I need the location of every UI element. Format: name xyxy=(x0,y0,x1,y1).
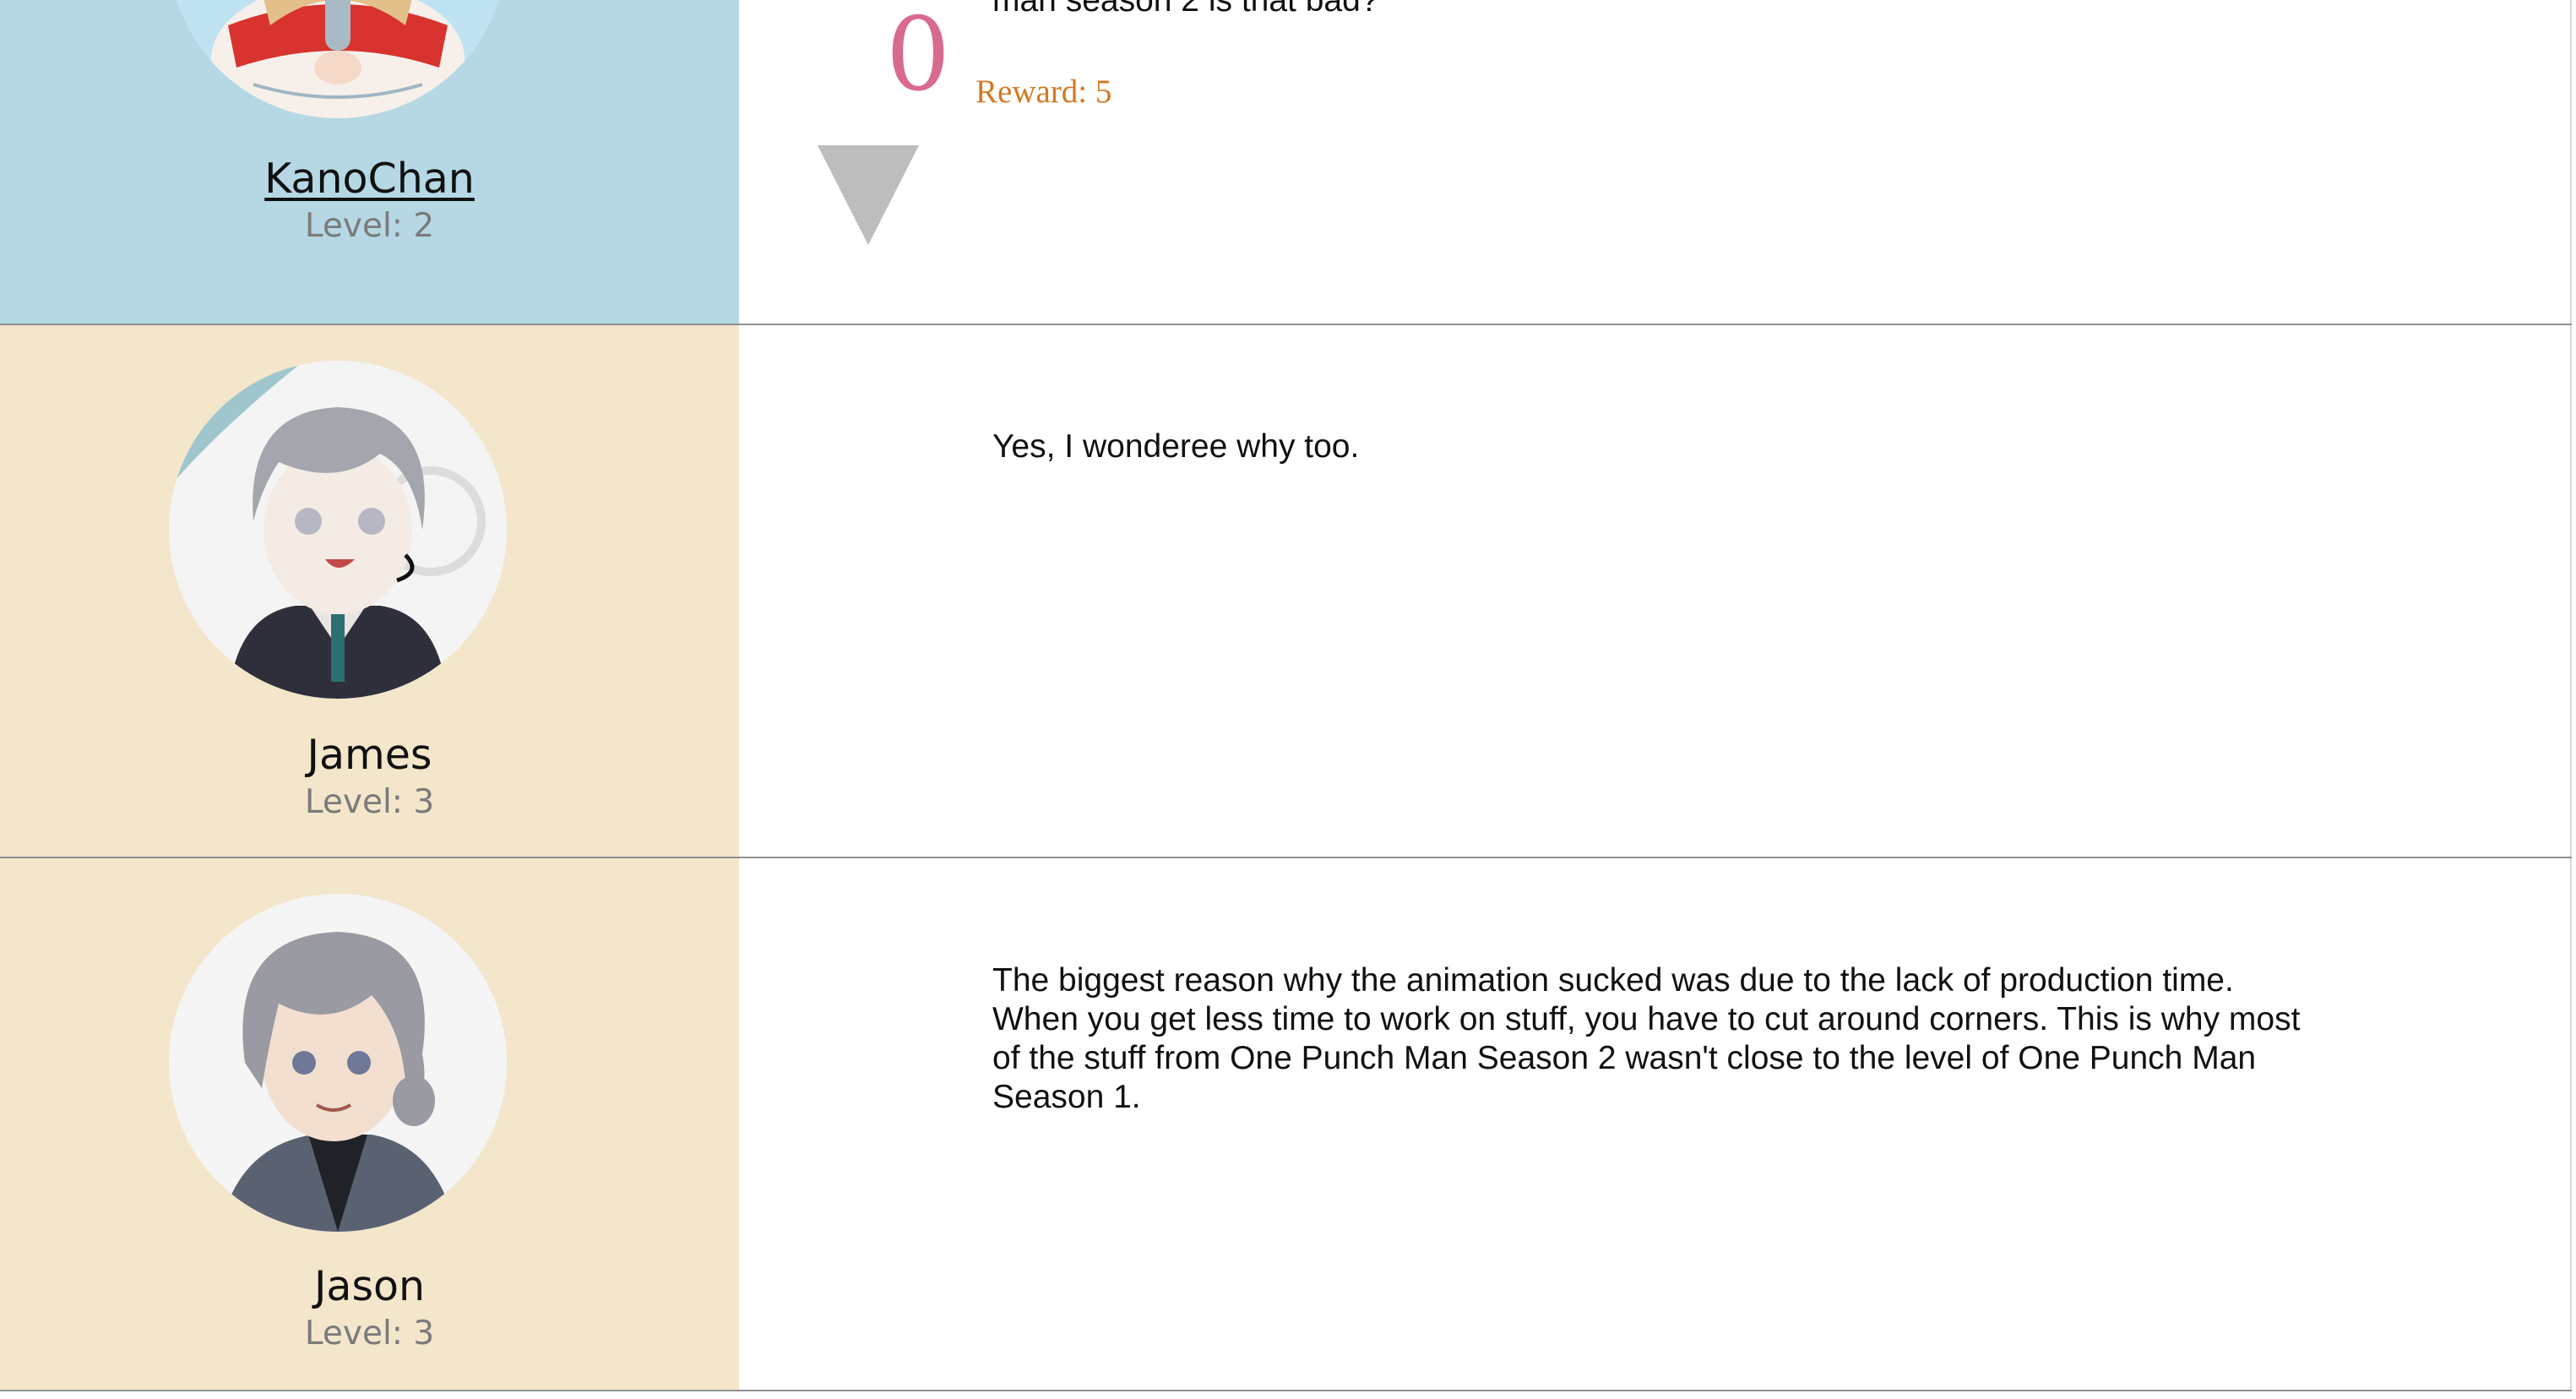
post-text: The biggest reason why the animation suc… xyxy=(992,962,2301,1115)
username: Jason xyxy=(313,1262,426,1310)
user-panel: Jason Level: 3 xyxy=(0,858,739,1390)
reply-post: James Level: 3 xyxy=(0,325,2572,858)
comment-thread: KanoChan Level: 2 0 Reward: 5 James Leve… xyxy=(0,0,2576,1399)
post-content xyxy=(739,325,2572,857)
original-post: KanoChan Level: 2 0 Reward: 5 xyxy=(0,0,2572,325)
user-level: Level: 3 xyxy=(304,783,435,821)
post-content xyxy=(739,858,2572,1390)
avatar[interactable] xyxy=(169,361,507,699)
reward-label: Reward: 5 xyxy=(976,73,1112,110)
post-text: man season 2 is that bad? xyxy=(992,0,1379,19)
user-level: Level: 3 xyxy=(304,1315,435,1353)
avatar[interactable] xyxy=(169,0,507,118)
username-link[interactable]: KanoChan xyxy=(0,155,739,203)
post-content: 0 Reward: 5 xyxy=(739,0,2572,324)
downvote-triangle-icon[interactable] xyxy=(818,145,919,245)
user-panel: James Level: 3 xyxy=(0,325,739,857)
user-level: Level: 2 xyxy=(304,207,435,245)
reply-post: Jason Level: 3 xyxy=(0,858,2572,1391)
post-text: Yes, I wonderee why too. xyxy=(992,428,1360,465)
user-panel: KanoChan Level: 2 xyxy=(0,0,739,324)
avatar[interactable] xyxy=(169,894,507,1232)
username: James xyxy=(307,731,432,779)
